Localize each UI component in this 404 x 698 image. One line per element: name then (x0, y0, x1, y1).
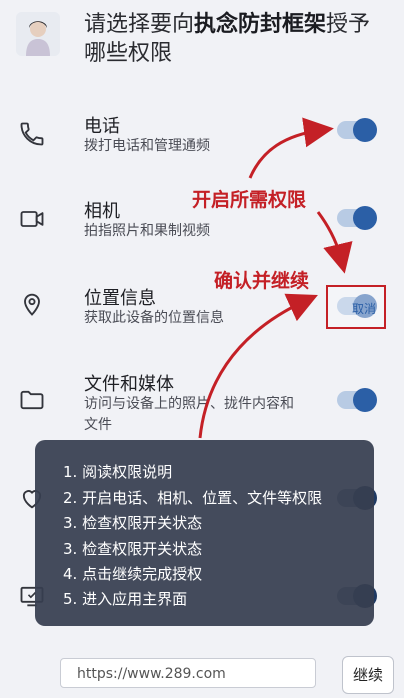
step-item: 3. 检查权限开关状态 (63, 540, 203, 558)
phone-toggle[interactable] (337, 118, 377, 142)
permission-name: 文件和媒体 (84, 374, 174, 395)
permission-name: 相机 (84, 201, 120, 222)
cancel-label[interactable]: 取消 (352, 300, 376, 317)
permission-desc: 访问与设备上的照片、拢件内容和文件 (84, 396, 294, 433)
phone-icon (18, 120, 46, 148)
permission-desc: 拨打电话和管理通频 (84, 138, 210, 154)
annotation-confirm: 确认并继续 (214, 270, 310, 292)
app-avatar (16, 12, 60, 56)
permission-item-files[interactable]: 文件和媒体 访问与设备上的照片、拢件内容和文件 (0, 366, 404, 436)
permission-desc: 拍指照片和果制视频 (84, 223, 210, 239)
url-field: https://www.289.com (60, 658, 316, 688)
step-item: 5. 进入应用主界面 (63, 590, 188, 608)
permission-desc: 获取此设备的位置信息 (84, 310, 224, 326)
location-pin-icon (18, 290, 46, 318)
step-item: 2. 开启电话、相机、位置、文件等权限 (63, 489, 323, 507)
continue-button[interactable]: 继续 (342, 656, 394, 694)
permission-header: 请选择要向执念防封框架授予哪些权限 (0, 0, 404, 76)
folder-icon (18, 386, 46, 414)
step-item: 4. 点击继续完成授权 (63, 565, 203, 583)
camera-toggle[interactable] (337, 206, 377, 230)
app-name: 执念防封框架 (194, 12, 327, 37)
permission-item-phone[interactable]: 电话 拨打电话和管理通频 (0, 108, 404, 164)
step-item: 1. 阅读权限说明 (63, 463, 173, 481)
camera-icon (18, 205, 46, 233)
files-toggle[interactable] (337, 388, 377, 412)
page-title: 请选择要向执念防封框架授予哪些权限 (84, 12, 371, 66)
steps-overlay: 1. 阅读权限说明 2. 开启电话、相机、位置、文件等权限 3. 检查权限开关状… (35, 440, 374, 626)
bottom-bar: https://www.289.com 继续 (0, 650, 404, 698)
annotation-enable: 开启所需权限 (192, 189, 307, 211)
permission-name: 电话 (84, 116, 120, 137)
step-item: 3. 检查权限开关状态 (63, 514, 203, 532)
permission-name: 位置信息 (84, 288, 156, 309)
